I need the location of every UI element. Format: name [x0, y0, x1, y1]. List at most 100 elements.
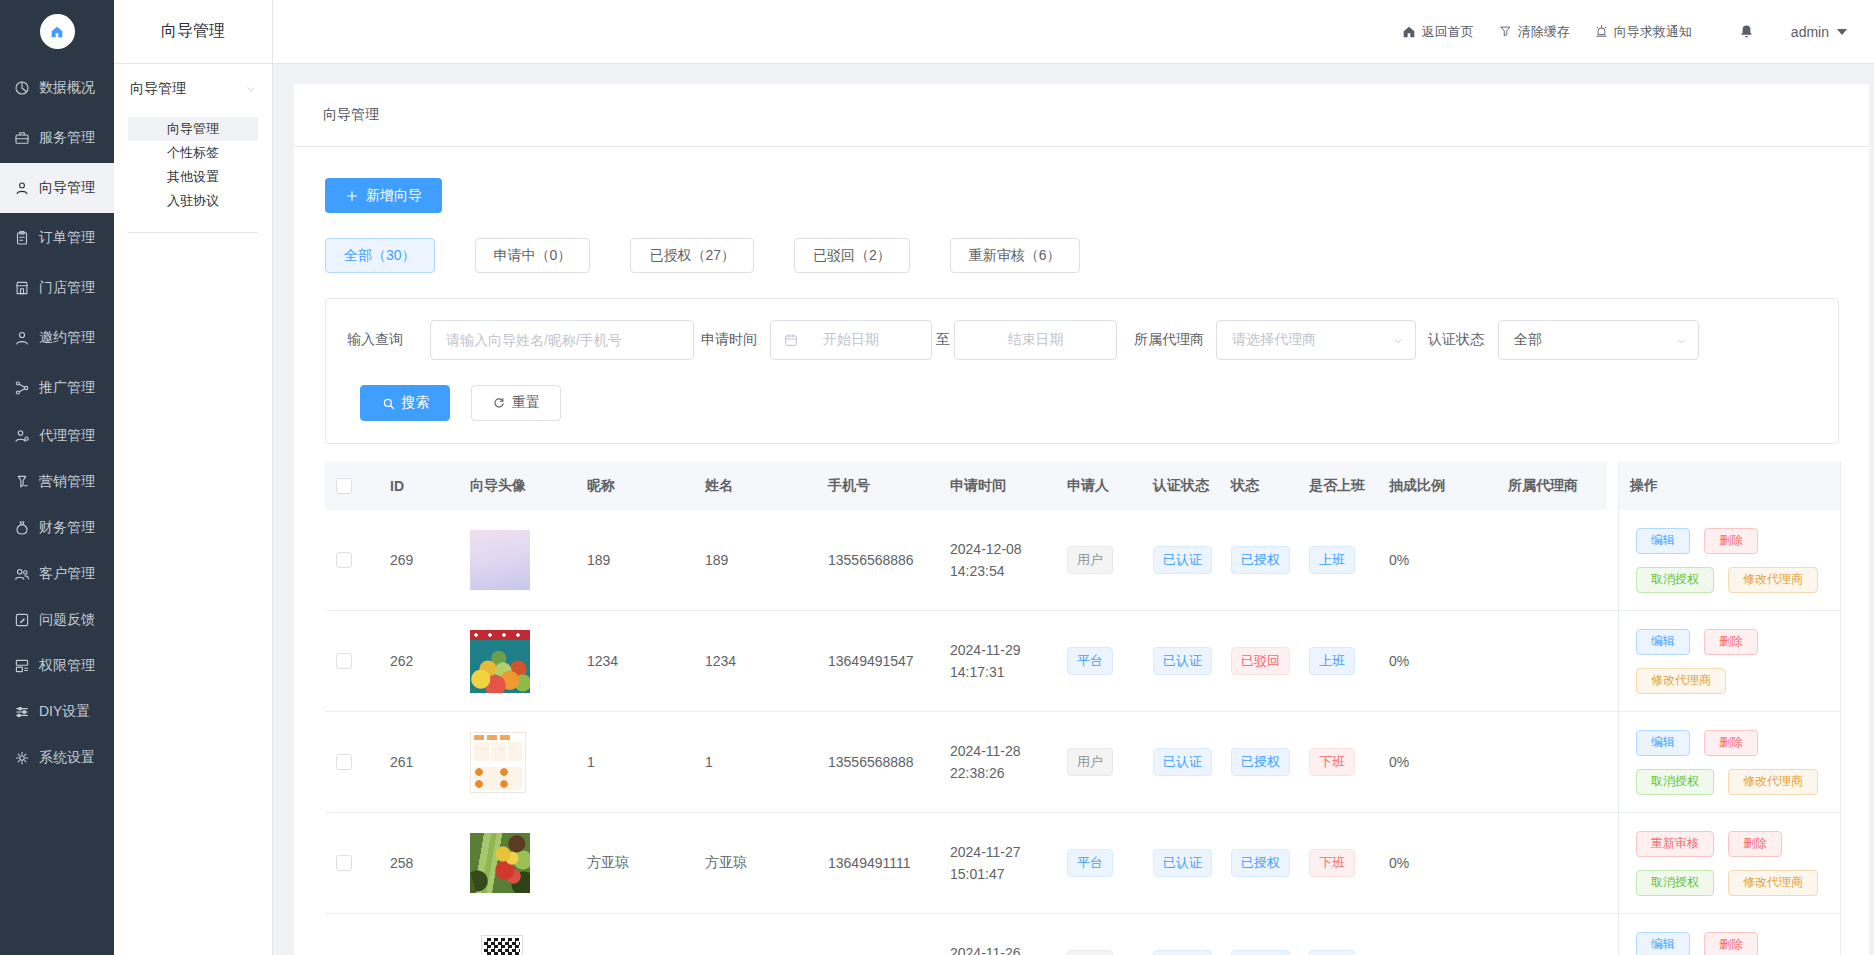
- query-input[interactable]: [430, 320, 694, 360]
- column-header-0: [325, 478, 378, 494]
- sidebar-item-5[interactable]: 邀约管理: [0, 313, 114, 363]
- sidebar-item-9[interactable]: 财务管理: [0, 505, 114, 551]
- auth-status-select[interactable]: 全部: [1498, 320, 1699, 360]
- permission-icon: [13, 657, 31, 675]
- sidebar-item-7[interactable]: 代理管理: [0, 413, 114, 459]
- action-取消授权[interactable]: 取消授权: [1636, 567, 1714, 593]
- action-删除[interactable]: 删除: [1704, 932, 1758, 955]
- action-修改代理商[interactable]: 修改代理商: [1728, 769, 1818, 795]
- sidebar-item-13[interactable]: DIY设置: [0, 689, 114, 735]
- sidebar-item-11[interactable]: 问题反馈: [0, 597, 114, 643]
- add-guide-button[interactable]: 新增向导: [325, 178, 442, 213]
- guide-avatar[interactable]: [470, 530, 530, 590]
- sidebar-item-6[interactable]: 推广管理: [0, 363, 114, 413]
- fixed-column-divider: [1618, 462, 1619, 955]
- guide-avatar[interactable]: [470, 630, 530, 693]
- sidebar-item-4[interactable]: 门店管理: [0, 263, 114, 313]
- guide-avatar[interactable]: [482, 936, 522, 955]
- sidebar-item-1[interactable]: 服务管理: [0, 113, 114, 163]
- agent-user-icon: [13, 427, 31, 445]
- action-重新审核[interactable]: 重新审核: [1636, 831, 1714, 857]
- tab-3[interactable]: 已驳回（2）: [794, 238, 910, 273]
- column-header-12: 所属代理商: [1496, 477, 1618, 495]
- cell-nickname: 方亚琼: [575, 854, 693, 872]
- user-dropdown[interactable]: admin: [1791, 24, 1847, 40]
- cell-apply-time: 2024-12-0814:23:54: [938, 538, 1055, 582]
- action-编辑[interactable]: 编辑: [1636, 932, 1690, 955]
- action-删除[interactable]: 删除: [1704, 528, 1758, 554]
- action-删除[interactable]: 删除: [1704, 629, 1758, 655]
- sidebar-item-12[interactable]: 权限管理: [0, 643, 114, 689]
- sidebar-item-8[interactable]: 营销管理: [0, 459, 114, 505]
- action-编辑[interactable]: 编辑: [1636, 528, 1690, 554]
- topbar-link-2[interactable]: 向导求救通知: [1594, 23, 1692, 41]
- cell-phone: 13556568886: [816, 552, 938, 568]
- column-header-8: 认证状态: [1141, 477, 1219, 495]
- sidebar-item-label: 订单管理: [39, 229, 95, 247]
- action-删除[interactable]: 删除: [1704, 730, 1758, 756]
- cell-actions: 编辑删除修改代理商: [1618, 629, 1841, 694]
- submenu-item-0[interactable]: 向导管理: [128, 117, 258, 141]
- row-checkbox[interactable]: [336, 754, 352, 770]
- action-修改代理商[interactable]: 修改代理商: [1728, 567, 1818, 593]
- column-header-10: 是否上班: [1297, 477, 1377, 495]
- cell-id: 262: [378, 653, 458, 669]
- action-删除[interactable]: 删除: [1728, 831, 1782, 857]
- row-checkbox[interactable]: [336, 552, 352, 568]
- end-date-input[interactable]: 结束日期: [954, 320, 1117, 360]
- chevron-down-icon: [244, 82, 258, 96]
- sidebar-item-10[interactable]: 客户管理: [0, 551, 114, 597]
- notification-bell[interactable]: [1738, 23, 1755, 40]
- sidebar-item-label: 客户管理: [39, 565, 95, 583]
- submenu-item-3[interactable]: 入驻协议: [128, 189, 258, 213]
- submenu-item-1[interactable]: 个性标签: [128, 141, 258, 165]
- sidebar-item-label: 代理管理: [39, 427, 95, 445]
- app-logo[interactable]: [0, 0, 114, 63]
- topbar-link-label: 返回首页: [1422, 23, 1474, 41]
- start-date-input[interactable]: 开始日期: [770, 320, 932, 360]
- cell-nickname: 1: [575, 754, 693, 770]
- select-all-checkbox[interactable]: [336, 478, 352, 494]
- refresh-icon: [492, 396, 506, 410]
- person-icon: [13, 329, 31, 347]
- menu-group-guide[interactable]: 向导管理: [114, 64, 272, 114]
- action-取消授权[interactable]: 取消授权: [1636, 870, 1714, 896]
- action-取消授权[interactable]: 取消授权: [1636, 769, 1714, 795]
- sidebar-item-2[interactable]: 向导管理: [0, 163, 114, 213]
- submenu-item-2[interactable]: 其他设置: [128, 165, 258, 189]
- search-button[interactable]: 搜索: [360, 385, 450, 421]
- clipboard-icon: [13, 229, 31, 247]
- chevron-down-icon: [1674, 334, 1688, 348]
- header-gutter: [1607, 462, 1618, 510]
- sidebar-item-0[interactable]: 数据概况: [0, 63, 114, 113]
- action-编辑[interactable]: 编辑: [1636, 730, 1690, 756]
- tab-4[interactable]: 重新审核（6）: [950, 238, 1080, 273]
- sidebar-item-label: 服务管理: [39, 129, 95, 147]
- reset-button[interactable]: 重置: [471, 385, 561, 421]
- sidebar-item-3[interactable]: 订单管理: [0, 213, 114, 263]
- row-checkbox[interactable]: [336, 653, 352, 669]
- row-checkbox[interactable]: [336, 855, 352, 871]
- tab-2[interactable]: 已授权（27）: [630, 238, 754, 273]
- topbar-link-1[interactable]: 清除缓存: [1498, 23, 1570, 41]
- tab-0[interactable]: 全部（30）: [325, 238, 435, 273]
- content-area: 向导管理 新增向导 全部（30）申请中（0）已授权（27）已驳回（2）重新审核（…: [273, 64, 1874, 955]
- action-修改代理商[interactable]: 修改代理商: [1636, 668, 1726, 694]
- action-编辑[interactable]: 编辑: [1636, 629, 1690, 655]
- sidebar-item-label: DIY设置: [39, 703, 90, 721]
- secondary-sidebar: 向导管理 向导管理 向导管理个性标签其他设置入驻协议: [114, 0, 273, 955]
- sidebar-item-label: 邀约管理: [39, 329, 95, 347]
- action-修改代理商[interactable]: 修改代理商: [1728, 870, 1818, 896]
- status-tabs: 全部（30） 申请中（0） 已授权（27） 已驳回（2） 重新审核（6）: [325, 238, 1080, 273]
- customers-icon: [13, 565, 31, 583]
- search-icon: [381, 396, 396, 411]
- agent-select[interactable]: 请选择代理商: [1216, 320, 1416, 360]
- column-header-6: 申请时间: [938, 477, 1055, 495]
- guide-avatar[interactable]: [470, 732, 526, 793]
- topbar-link-0[interactable]: 返回首页: [1401, 23, 1474, 41]
- table-row-4: 2024-11-26 用户已认证已授权上班编辑删除: [325, 914, 1841, 955]
- guide-avatar[interactable]: [470, 833, 530, 893]
- tab-1[interactable]: 申请中（0）: [475, 238, 591, 273]
- sidebar-item-14[interactable]: 系统设置: [0, 735, 114, 781]
- sliders-icon: [13, 703, 31, 721]
